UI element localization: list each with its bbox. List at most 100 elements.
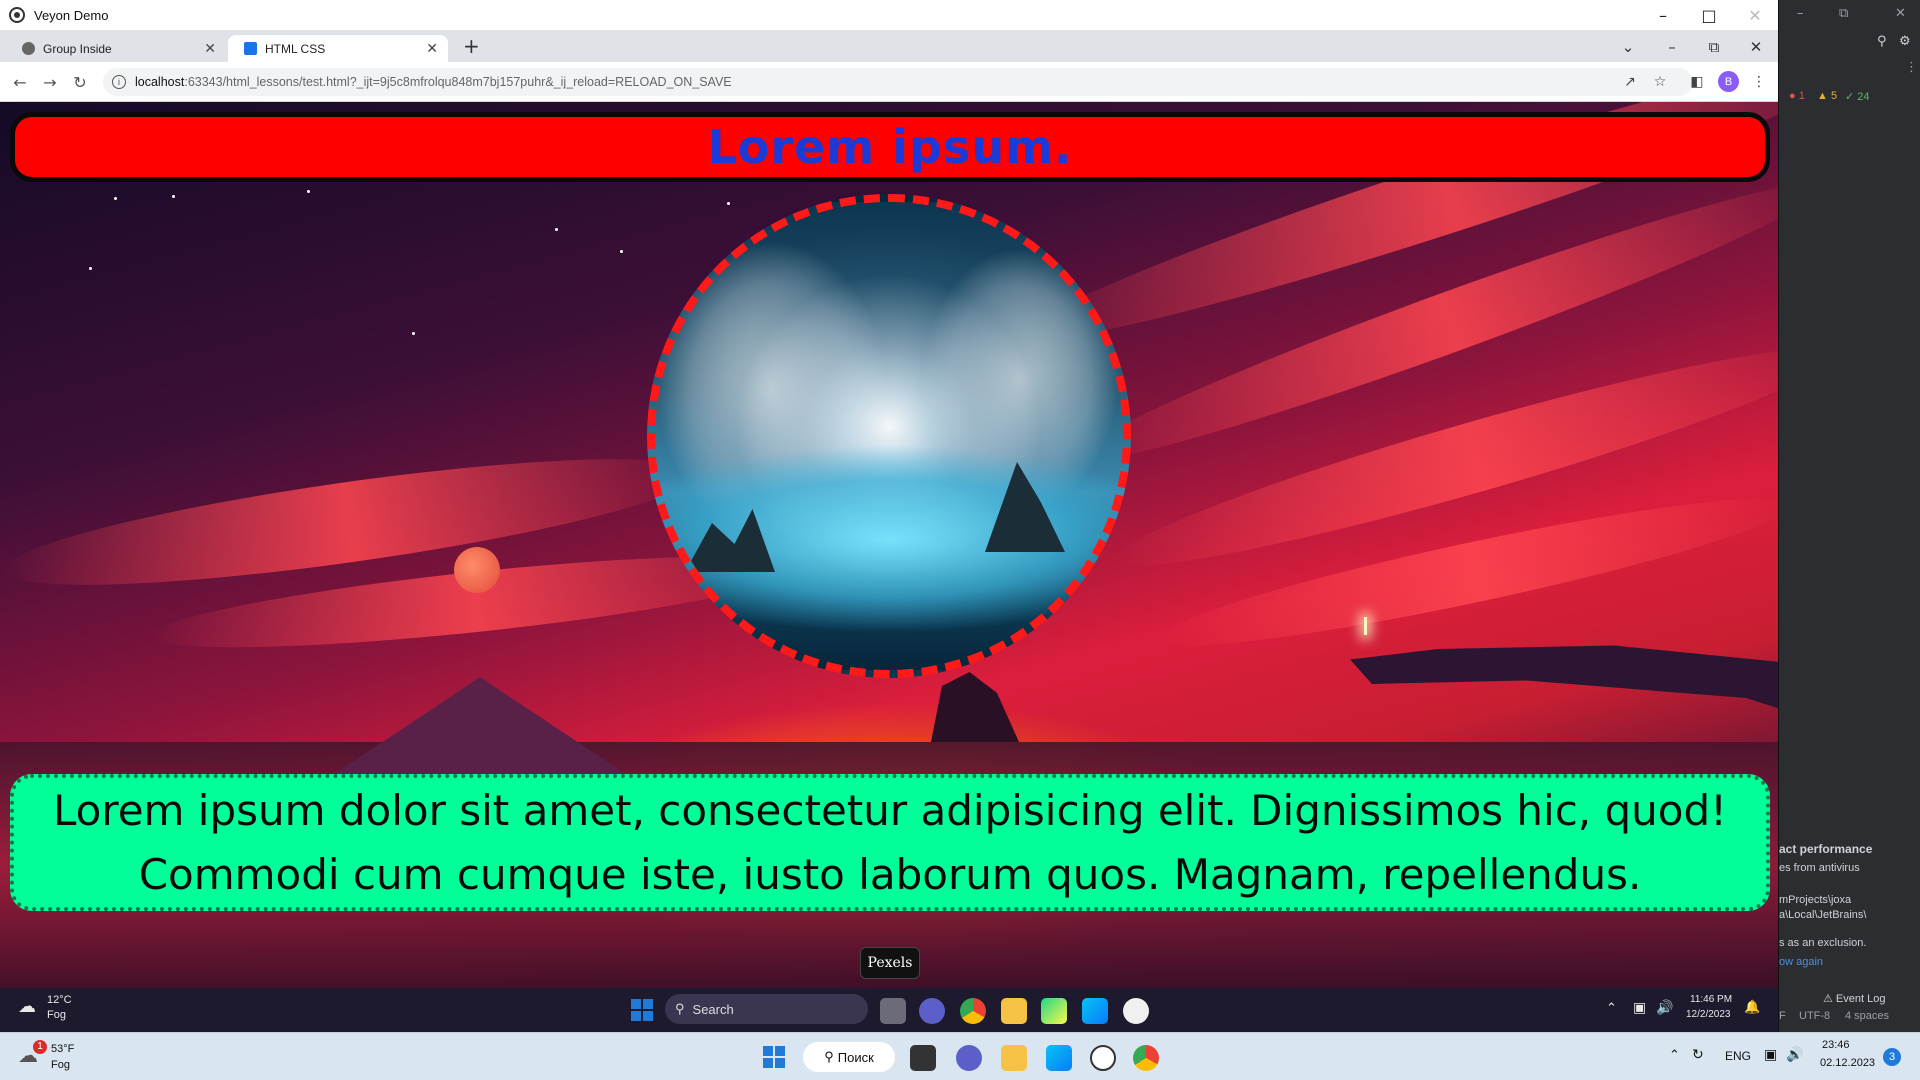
ide-minimize-icon[interactable]: – — [1797, 6, 1804, 21]
clock-time[interactable]: 23:46 — [1822, 1039, 1850, 1051]
ide-more-icon[interactable]: ⋮ — [1905, 60, 1918, 75]
browser-minimize-icon[interactable]: – — [1652, 31, 1692, 62]
clock-date[interactable]: 02.12.2023 — [1820, 1057, 1875, 1069]
globe-icon — [22, 42, 35, 55]
back-icon[interactable]: ← — [8, 70, 32, 94]
indent-setting[interactable]: 4 spaces — [1845, 1010, 1889, 1022]
cliff-silhouette — [1350, 645, 1778, 712]
red-moon — [454, 547, 500, 593]
task-view-icon[interactable] — [910, 1045, 936, 1071]
tab-search-icon[interactable]: ⌄ — [1608, 31, 1648, 62]
star — [172, 195, 175, 198]
browser-tab-strip: Group Inside ✕ HTML CSS ✕ — [0, 31, 1778, 62]
volume-icon[interactable]: 🔊 — [1786, 1046, 1803, 1063]
notification-bell-icon[interactable]: 🔔 — [1744, 999, 1760, 1015]
star — [114, 197, 117, 200]
task-view-icon[interactable] — [880, 998, 906, 1024]
menu-kebab-icon[interactable]: ⋮ — [1749, 72, 1769, 92]
network-icon[interactable]: ▣ — [1633, 999, 1646, 1016]
ide-search-icon[interactable]: ⚲ — [1877, 34, 1887, 49]
network-icon[interactable]: ▣ — [1764, 1046, 1777, 1063]
ide-close-icon[interactable]: ✕ — [1895, 6, 1906, 21]
new-tab-button[interactable]: + — [463, 34, 480, 58]
remote-taskbar: ☁ 12°C Fog ⚲ Search ⌃ ▣ 🔊 11:46 PM 12/2/… — [0, 988, 1778, 1032]
notif-link[interactable]: ow again — [1779, 956, 1823, 968]
weather-icon[interactable]: ☁ — [18, 996, 36, 1017]
taskbar-search[interactable]: ⚲ Search — [665, 994, 868, 1024]
pyramid-mountain — [330, 677, 630, 777]
tab-html-css[interactable]: HTML CSS ✕ — [228, 35, 448, 62]
forward-icon[interactable]: → — [38, 70, 62, 94]
line-separator[interactable]: F — [1779, 1010, 1786, 1022]
address-bar[interactable]: i localhost :63343/html_lessons/test.htm… — [103, 68, 1693, 96]
sync-icon[interactable]: ↻ — [1692, 1046, 1704, 1063]
event-log-button[interactable]: ⚠ Event Log — [1823, 992, 1885, 1005]
language-indicator[interactable]: ENG — [1725, 1049, 1751, 1063]
notif-title: act performance — [1779, 842, 1873, 856]
star — [555, 228, 558, 231]
file-explorer-icon[interactable] — [1001, 1045, 1027, 1071]
bookmark-star-icon[interactable]: ☆ — [1650, 72, 1670, 92]
window-title: Veyon Demo — [34, 7, 109, 23]
profile-avatar[interactable]: B — [1718, 71, 1739, 92]
lighthouse-light — [1364, 617, 1367, 635]
search-icon: ⚲ — [675, 1001, 685, 1016]
rock-silhouette — [931, 672, 1019, 742]
tab-close-icon[interactable]: ✕ — [426, 40, 438, 57]
start-windows-icon[interactable] — [631, 999, 653, 1021]
clock-date[interactable]: 12/2/2023 — [1686, 1009, 1731, 1020]
ide-notification: act performance es from antivirus mProje… — [1779, 828, 1920, 978]
ide-warning-count[interactable]: ▲ 5 — [1817, 90, 1837, 102]
circular-landscape-image — [647, 194, 1131, 678]
tab-label: Group Inside — [43, 41, 112, 56]
side-panel-icon[interactable]: ◧ — [1687, 72, 1707, 92]
volume-icon[interactable]: 🔊 — [1656, 999, 1673, 1016]
weather-desc: Fog — [47, 1009, 66, 1021]
star — [412, 332, 415, 335]
chrome-icon[interactable] — [960, 998, 986, 1024]
taskbar-search[interactable]: ⚲ Поиск — [803, 1042, 895, 1072]
pycharm-icon[interactable] — [1041, 998, 1067, 1024]
site-info-icon[interactable]: i — [112, 75, 126, 89]
notif-line: es from antivirus — [1779, 862, 1860, 874]
weather-alert-badge: 1 — [33, 1040, 47, 1054]
veyon-icon[interactable] — [1123, 998, 1149, 1024]
close-icon[interactable]: ✕ — [1732, 0, 1778, 31]
notification-count-badge[interactable]: 3 — [1883, 1048, 1901, 1066]
encoding[interactable]: UTF-8 — [1799, 1010, 1830, 1022]
webstorm-icon[interactable] — [1046, 1045, 1072, 1071]
chat-icon[interactable] — [956, 1045, 982, 1071]
chat-icon[interactable] — [919, 998, 945, 1024]
ide-side-panel: – ⧉ ✕ ⚲ ⚙ ⋮ ● 1 ▲ 5 ✓ 24 act performance… — [1778, 0, 1920, 1032]
ide-settings-gear-icon[interactable]: ⚙ — [1899, 34, 1911, 49]
browser-restore-icon[interactable]: ⧉ — [1694, 31, 1734, 62]
island-peak — [985, 462, 1065, 552]
tray-chevron-icon[interactable]: ⌃ — [1606, 1000, 1617, 1016]
maximize-icon[interactable]: □ — [1686, 0, 1732, 31]
star — [307, 190, 310, 193]
tab-group-inside[interactable]: Group Inside ✕ — [6, 35, 226, 62]
webstorm-icon[interactable] — [1082, 998, 1108, 1024]
ide-error-count[interactable]: ● 1 — [1789, 90, 1805, 102]
minimize-icon[interactable]: – — [1640, 0, 1686, 31]
page-heading-box: Lorem ipsum. — [10, 112, 1770, 182]
page-paragraph: Lorem ipsum dolor sit amet, consectetur … — [53, 785, 1727, 899]
tab-label: HTML CSS — [265, 41, 326, 56]
webstorm-favicon-icon — [244, 42, 257, 55]
reload-icon[interactable]: ↻ — [68, 70, 92, 94]
chrome-icon[interactable] — [1133, 1045, 1159, 1071]
share-icon[interactable]: ↗ — [1620, 72, 1640, 92]
file-explorer-icon[interactable] — [1001, 998, 1027, 1024]
tab-close-icon[interactable]: ✕ — [204, 40, 216, 57]
clock-time[interactable]: 11:46 PM — [1690, 994, 1732, 1005]
ide-restore-icon[interactable]: ⧉ — [1839, 6, 1848, 21]
browser-toolbar: ← → ↻ i localhost :63343/html_lessons/te… — [0, 62, 1778, 102]
browser-close-icon[interactable]: ✕ — [1736, 31, 1776, 62]
weather-temp: 12°C — [47, 994, 72, 1006]
island-peak — [685, 509, 775, 572]
veyon-icon[interactable] — [1090, 1045, 1116, 1071]
ide-ok-count[interactable]: ✓ 24 — [1845, 90, 1870, 103]
tray-chevron-icon[interactable]: ⌃ — [1669, 1047, 1680, 1063]
start-windows-icon[interactable] — [763, 1046, 785, 1068]
ide-status-bar: ⚠ Event Log F UTF-8 4 spaces — [1779, 990, 1920, 1032]
